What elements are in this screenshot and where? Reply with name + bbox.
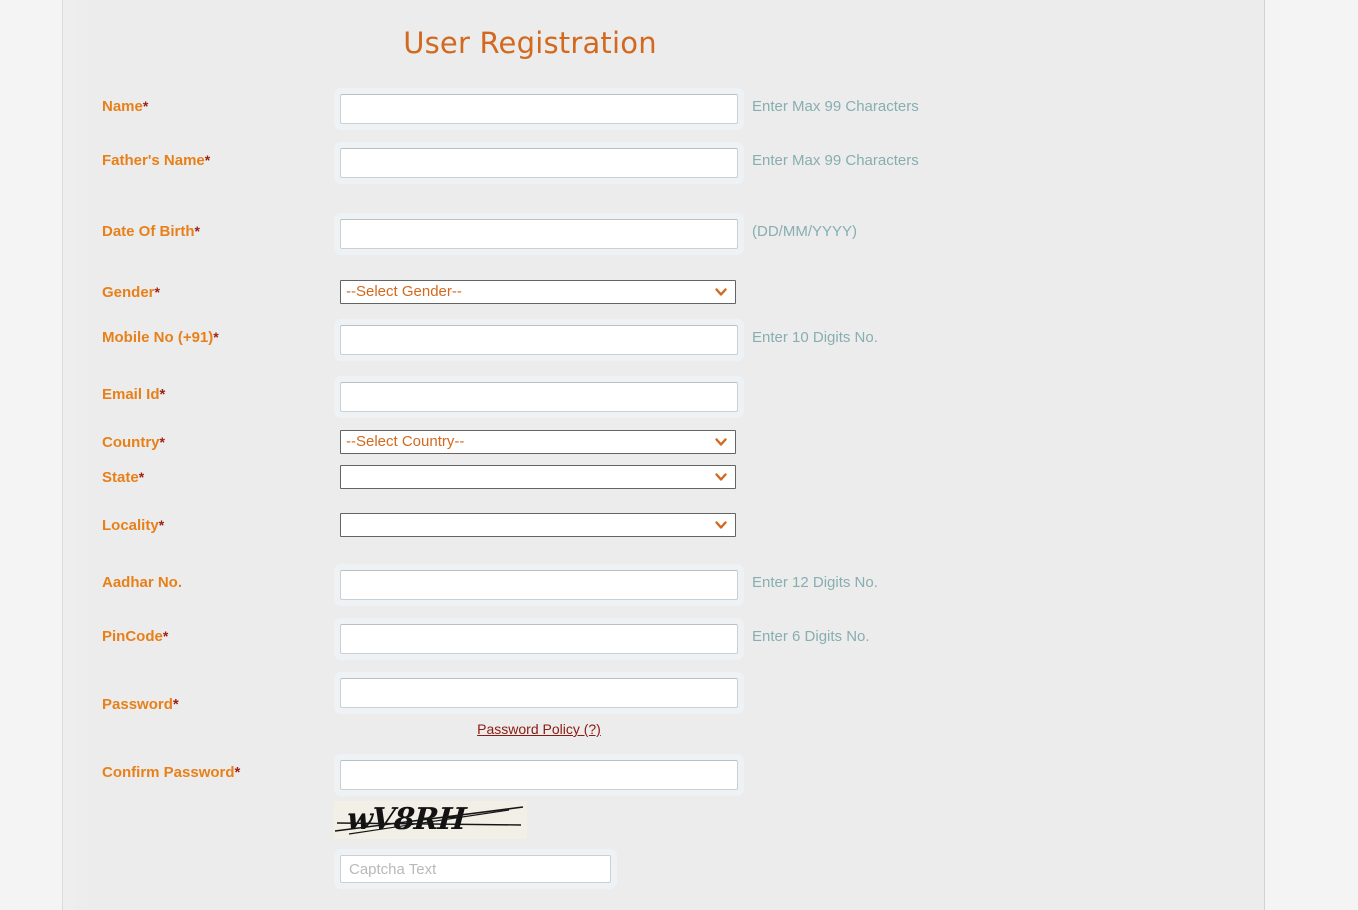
label-aadhar-no-text: Aadhar No. [102,574,183,591]
label-name: Name* [102,98,148,115]
label-email-id: Email Id* [102,386,165,403]
required-asterisk: * [154,284,160,300]
label-mobile-no-text: Mobile No (+91) [102,329,214,346]
required-asterisk: * [194,223,200,239]
country-select[interactable]: --Select Country-- [340,430,736,454]
label-date-of-birth-text: Date Of Birth [102,223,195,240]
label-confirm-password: Confirm Password* [102,764,240,781]
locality-select-wrapper[interactable] [340,513,736,537]
required-asterisk: * [142,98,149,114]
label-confirm-password-text: Confirm Password [102,764,235,781]
pincode-input[interactable] [340,624,738,654]
mobile-no-field-wrapper [334,319,744,361]
label-pincode-text: PinCode [102,628,163,645]
user-registration-page: User Registration Name* Enter Max 99 Cha… [0,0,1358,910]
name-hint: Enter Max 99 Characters [752,98,919,115]
confirm-password-input[interactable] [340,760,738,790]
fathers-name-field-wrapper [334,142,744,184]
date-of-birth-hint: (DD/MM/YYYY) [752,223,857,240]
password-field-wrapper [334,672,744,714]
aadhar-no-input[interactable] [340,570,738,600]
gender-select[interactable]: --Select Gender-- [340,280,736,304]
label-locality: Locality* [102,517,164,534]
label-fathers-name: Father's Name* [102,152,210,169]
gender-select-wrapper[interactable]: --Select Gender-- [340,280,736,304]
label-state: State* [102,469,144,486]
label-pincode: PinCode* [102,628,168,645]
label-password-text: Password [102,696,173,713]
confirm-password-field-wrapper [334,754,744,796]
required-asterisk: * [159,386,166,403]
locality-select[interactable] [340,513,736,537]
required-asterisk: * [138,469,145,485]
name-input[interactable] [340,94,738,124]
mobile-no-hint: Enter 10 Digits No. [752,329,878,346]
country-select-wrapper[interactable]: --Select Country-- [340,430,736,454]
label-name-text: Name [102,98,143,115]
state-select[interactable] [340,465,736,489]
required-asterisk: * [158,517,165,533]
required-asterisk: * [213,329,219,345]
pincode-hint: Enter 6 Digits No. [752,628,870,645]
date-of-birth-input[interactable] [340,219,738,249]
label-country: Country* [102,434,165,451]
page-title: User Registration [403,26,657,60]
captcha-input-wrapper [334,849,617,889]
state-select-wrapper[interactable] [340,465,736,489]
pincode-field-wrapper [334,618,744,660]
mobile-no-input[interactable] [340,325,738,355]
required-asterisk: * [234,764,241,781]
captcha-noise-lines [334,806,524,835]
aadhar-no-field-wrapper [334,564,744,606]
date-of-birth-field-wrapper [334,213,744,255]
captcha-image: wV8RH [333,801,527,839]
label-gender: Gender* [102,284,160,301]
captcha-input[interactable] [340,855,611,883]
fathers-name-input[interactable] [340,148,738,178]
label-locality-text: Locality [102,517,159,534]
label-email-id-text: Email Id [102,386,160,403]
label-state-text: State [102,469,139,486]
label-date-of-birth: Date Of Birth* [102,223,200,240]
password-input[interactable] [340,678,738,708]
required-asterisk: * [204,152,211,168]
required-asterisk: * [162,628,169,644]
name-field-wrapper [334,88,744,130]
label-gender-text: Gender [102,284,155,301]
label-password: Password* [102,696,179,713]
aadhar-no-hint: Enter 12 Digits No. [752,574,878,591]
label-fathers-name-text: Father's Name [102,152,205,169]
label-country-text: Country [102,434,160,451]
email-id-input[interactable] [340,382,738,412]
label-mobile-no: Mobile No (+91)* [102,329,219,346]
required-asterisk: * [159,434,165,450]
label-aadhar-no: Aadhar No. [102,574,182,591]
email-id-field-wrapper [334,376,744,418]
fathers-name-hint: Enter Max 99 Characters [752,152,919,169]
required-asterisk: * [172,696,179,713]
password-policy-link[interactable]: Password Policy (?) [334,721,744,737]
